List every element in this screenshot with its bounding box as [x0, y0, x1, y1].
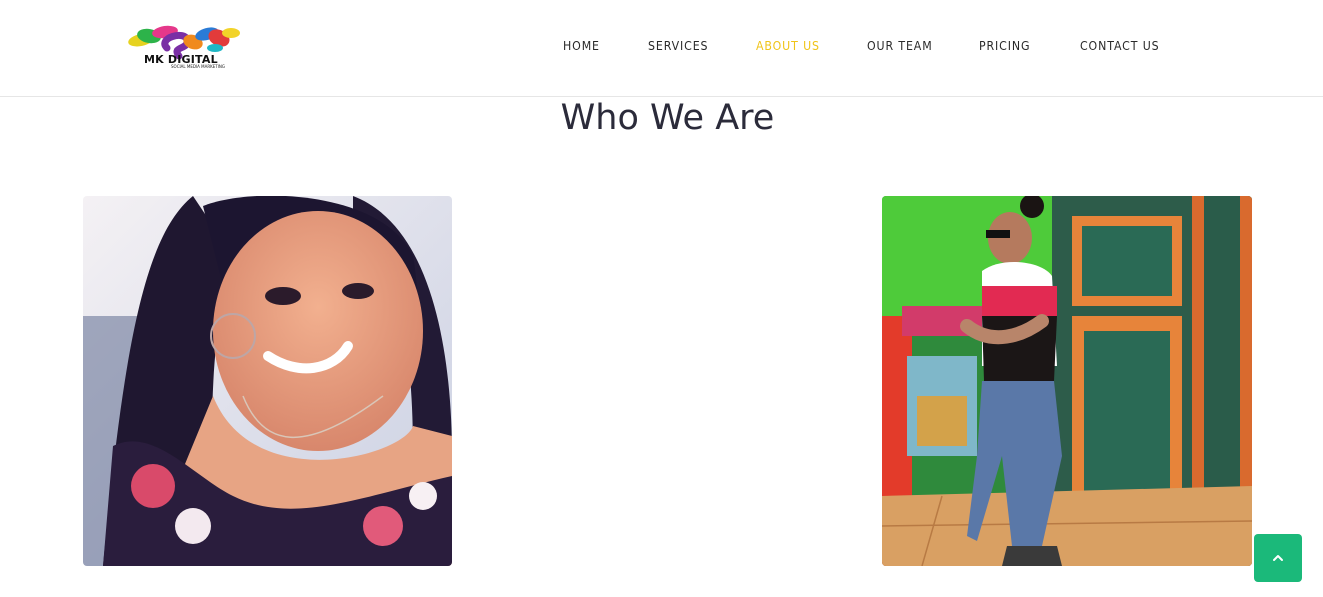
- team-photo-2: [882, 196, 1252, 566]
- team-photo-1: [83, 196, 452, 566]
- logo-subtext: SOCIAL MEDIA MARKETING: [171, 64, 225, 69]
- nav-our-team[interactable]: OUR TEAM: [867, 38, 933, 53]
- back-to-top-button[interactable]: [1254, 534, 1302, 582]
- team-member-portrait-2-icon: [882, 196, 1252, 566]
- nav-about-us[interactable]: ABOUT US: [756, 38, 820, 53]
- chevron-up-icon: [1273, 555, 1283, 561]
- main-nav: HOME SERVICES ABOUT US OUR TEAM PRICING …: [0, 38, 1323, 58]
- team-member-portrait-1-icon: [83, 196, 452, 566]
- nav-pricing[interactable]: PRICING: [979, 38, 1030, 53]
- nav-services[interactable]: SERVICES: [648, 38, 708, 53]
- site-header: MK DIGITAL SOCIAL MEDIA MARKETING HOME S…: [0, 0, 1323, 97]
- nav-home[interactable]: HOME: [563, 38, 600, 53]
- nav-contact-us[interactable]: CONTACT US: [1080, 38, 1160, 53]
- section-title: Who We Are: [560, 98, 775, 138]
